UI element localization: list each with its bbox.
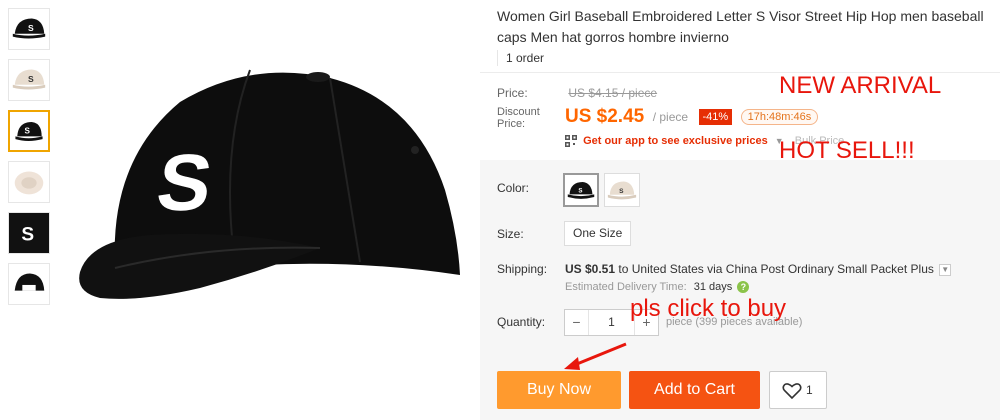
thumbnail-black-cap-front[interactable]: S <box>8 110 50 152</box>
current-price: US $2.45 <box>565 106 645 127</box>
svg-text:S: S <box>28 74 34 84</box>
annotation-click-to-buy: pls click to buy <box>630 295 787 322</box>
annotation-new-arrival: NEW ARRIVAL <box>779 72 942 99</box>
buy-now-button[interactable]: Buy Now <box>497 371 621 409</box>
original-price-row: Price: US $4.15 / piece <box>497 86 657 100</box>
main-product-image: S <box>60 40 480 380</box>
wishlist-button[interactable]: 1 <box>769 371 827 409</box>
delivery-estimate: Estimated Delivery Time: 31 days ? <box>565 281 750 294</box>
shipping-label: Shipping: <box>497 262 548 276</box>
thumbnail-beige-cap-top[interactable] <box>8 161 50 203</box>
add-to-cart-button[interactable]: Add to Cart <box>629 371 760 409</box>
color-option-black[interactable]: S <box>563 173 599 207</box>
app-promo-text[interactable]: Get our app to see exclusive prices <box>583 135 768 147</box>
delivery-label: Estimated Delivery Time: <box>565 281 687 293</box>
price-unit: / piece <box>652 110 689 124</box>
thumbnail-list: S S S S <box>8 8 50 314</box>
original-price: US $4.15 / piece <box>568 86 658 100</box>
chevron-down-icon[interactable]: ▼ <box>939 263 952 276</box>
qr-code-icon <box>565 135 577 148</box>
color-option-beige[interactable]: S <box>604 173 640 207</box>
shipping-cost: US $0.51 <box>565 262 616 276</box>
thumbnail-black-cap-side[interactable]: S <box>8 8 50 50</box>
svg-text:S: S <box>578 188 582 195</box>
arrow-icon <box>564 342 627 370</box>
heart-icon <box>782 383 802 400</box>
price-label: Price: <box>497 86 528 100</box>
size-option-one-size[interactable]: One Size <box>564 221 632 246</box>
svg-text:S: S <box>24 127 30 136</box>
wishlist-count: 1 <box>806 383 813 397</box>
annotation-hot-sell: HOT SELL!!! <box>779 137 915 164</box>
color-label: Color: <box>497 181 530 195</box>
thumbnail-black-cap-back[interactable] <box>8 263 50 305</box>
svg-text:S: S <box>28 23 34 33</box>
discount-price-label: Discount Price: <box>497 106 540 130</box>
svg-text:S: S <box>21 225 34 246</box>
help-icon[interactable]: ? <box>737 281 750 294</box>
shipping-destination: to United States via China Post Ordinary… <box>618 262 934 276</box>
thumbnail-s-logo[interactable]: S <box>8 212 50 254</box>
size-label: Size: <box>497 227 524 241</box>
order-count: 1 order <box>497 50 544 66</box>
discount-badge: -41% <box>698 109 733 125</box>
product-title: Women Girl Baseball Embroidered Letter S… <box>497 8 984 45</box>
countdown-timer: 17h:48m:46s <box>740 109 819 125</box>
delivery-days: 31 days <box>693 281 733 293</box>
thumbnail-beige-cap[interactable]: S <box>8 59 50 101</box>
quantity-input[interactable]: 1 <box>589 310 634 335</box>
quantity-label: Quantity: <box>497 315 546 329</box>
quantity-decrease-button[interactable]: − <box>565 310 589 335</box>
shipping-info[interactable]: US $0.51 to United States via China Post… <box>565 262 952 276</box>
svg-text:S: S <box>619 188 624 195</box>
